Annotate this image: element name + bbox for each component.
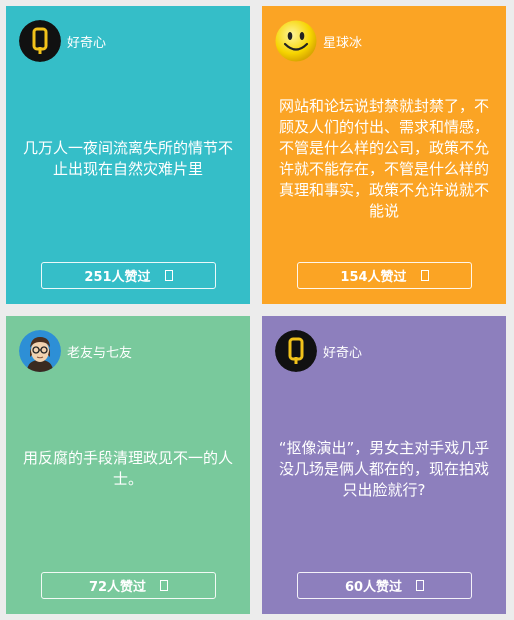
author-name[interactable]: 好奇心 [323, 342, 362, 361]
post-card[interactable]: 星球冰 网站和论坛说封禁就封禁了，不顾及人们的付出、需求和情感，不管是什么样的公… [262, 6, 506, 304]
like-count: 251人赞过 [84, 270, 151, 285]
card-content[interactable]: 几万人一夜间流离失所的情节不止出现在自然灾难片里 [20, 76, 236, 242]
post-card[interactable]: 老友与七友 用反腐的手段清理政见不一的人士。 72人赞过 [6, 316, 250, 614]
like-count: 60人赞过 [344, 580, 403, 595]
like-button[interactable]: 251人赞过 [41, 262, 216, 289]
smiley-face-icon [275, 20, 317, 62]
like-button[interactable]: 72人赞过 [41, 572, 216, 599]
like-button[interactable]: 154人赞过 [297, 262, 472, 289]
like-icon [416, 580, 425, 591]
like-icon [420, 270, 429, 281]
author-name[interactable]: 老友与七友 [67, 342, 132, 361]
like-icon [164, 270, 173, 281]
like-button[interactable]: 60人赞过 [297, 572, 472, 599]
card-header: 好奇心 [19, 20, 106, 62]
author-name[interactable]: 星球冰 [323, 32, 362, 51]
card-header: 老友与七友 [19, 330, 132, 372]
like-count: 154人赞过 [340, 270, 407, 285]
card-content[interactable]: 用反腐的手段清理政见不一的人士。 [20, 386, 236, 552]
like-icon [160, 580, 169, 591]
avatar[interactable] [275, 330, 317, 372]
author-name[interactable]: 好奇心 [67, 32, 106, 51]
glasses-person-icon [19, 330, 61, 372]
avatar[interactable] [19, 20, 61, 62]
post-card[interactable]: 好奇心 几万人一夜间流离失所的情节不止出现在自然灾难片里 251人赞过 [6, 6, 250, 304]
card-content[interactable]: 网站和论坛说封禁就封禁了，不顾及人们的付出、需求和情感，不管是什么样的公司，政策… [276, 76, 492, 242]
avatar[interactable] [19, 330, 61, 372]
q-logo-icon [275, 330, 317, 372]
q-logo-icon [19, 20, 61, 62]
card-content[interactable]: “抠像演出”，男女主对手戏几乎没几场是俩人都在的，现在拍戏只出脸就行? [276, 386, 492, 552]
avatar[interactable] [275, 20, 317, 62]
card-header: 星球冰 [275, 20, 362, 62]
like-count: 72人赞过 [88, 580, 147, 595]
post-card[interactable]: 好奇心 “抠像演出”，男女主对手戏几乎没几场是俩人都在的，现在拍戏只出脸就行? … [262, 316, 506, 614]
card-header: 好奇心 [275, 330, 362, 372]
